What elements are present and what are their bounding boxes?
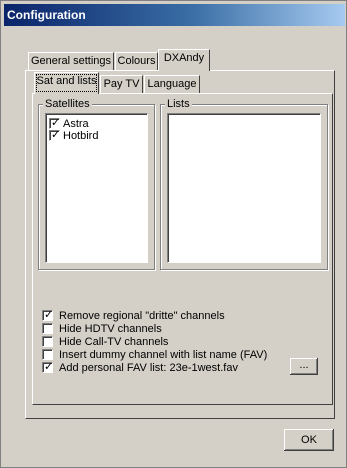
ok-button[interactable]: OK (284, 429, 334, 451)
dxandy-panel: Sat and lists Pay TV Language Satellites… (25, 70, 335, 419)
option-remove-regional[interactable]: Remove regional "dritte" channels (42, 308, 225, 322)
option-label: Remove regional "dritte" channels (59, 309, 225, 322)
hide-hdtv-checkbox[interactable] (42, 323, 53, 334)
hotbird-checkbox[interactable] (49, 128, 60, 141)
option-hide-hdtv[interactable]: Hide HDTV channels (42, 322, 162, 335)
option-insert-dummy[interactable]: Insert dummy channel with list name (FAV… (42, 348, 267, 361)
tab-general-settings[interactable]: General settings (28, 52, 114, 71)
satellite-name: Astra (63, 117, 89, 130)
option-label: Add personal FAV list: 23e-1west.fav (59, 361, 238, 374)
option-label: Hide HDTV channels (59, 322, 162, 335)
option-hide-call-tv[interactable]: Hide Call-TV channels (42, 335, 168, 348)
window-title: Configuration (4, 4, 345, 26)
option-label: Insert dummy channel with list name (FAV… (59, 348, 268, 361)
option-label: Hide Call-TV channels (59, 335, 169, 348)
browse-fav-button[interactable]: ... (290, 358, 318, 375)
satellite-item-hotbird[interactable]: Hotbird (49, 128, 99, 142)
tab-language[interactable]: Language (144, 75, 200, 94)
lists-group: Lists (160, 98, 328, 270)
lists-listbox[interactable] (167, 113, 321, 263)
tab-sat-and-lists[interactable]: Sat and lists (34, 72, 99, 94)
satellites-group-label: Satellites (43, 98, 92, 110)
tab-dxandy[interactable]: DXAndy (158, 49, 210, 71)
tab-colours[interactable]: Colours (115, 52, 158, 71)
remove-regional-checkbox[interactable] (42, 308, 53, 321)
tab-pay-tv[interactable]: Pay TV (100, 75, 143, 94)
satellite-name: Hotbird (63, 129, 99, 142)
option-add-personal-fav[interactable]: Add personal FAV list: 23e-1west.fav (42, 360, 238, 374)
hide-call-tv-checkbox[interactable] (42, 336, 53, 347)
lists-group-label: Lists (165, 98, 192, 110)
configuration-window: Configuration General settings Colours D… (0, 0, 347, 468)
satellites-group: Satellites Astra Hotbird (38, 98, 155, 270)
insert-dummy-checkbox[interactable] (42, 349, 53, 360)
add-personal-fav-checkbox[interactable] (42, 360, 53, 373)
satellites-listbox[interactable]: Astra Hotbird (45, 113, 148, 263)
sat-and-lists-panel: Satellites Astra Hotbird Lists (32, 93, 333, 405)
